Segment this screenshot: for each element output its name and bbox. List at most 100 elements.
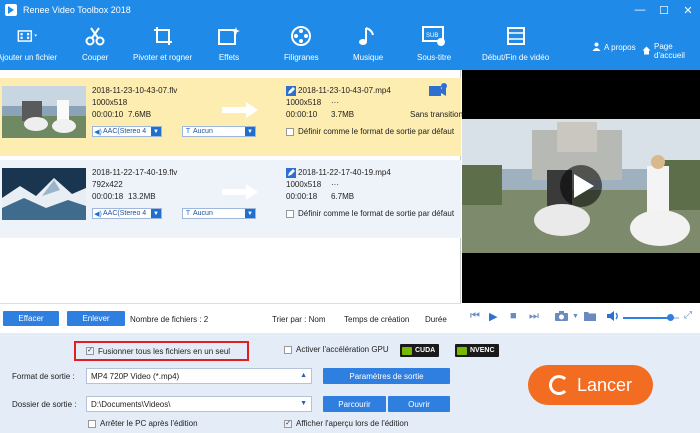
effects-button[interactable]: Effets <box>216 24 242 62</box>
edit-output-icon[interactable] <box>286 86 296 98</box>
subtitle-t-icon: T <box>185 128 191 135</box>
checkbox-icon <box>286 209 294 218</box>
volume-knob[interactable] <box>667 314 675 321</box>
source-size: 7.6MB <box>128 110 152 119</box>
chevron-down-icon: ▼ <box>151 209 161 218</box>
volume-slider[interactable] <box>623 314 679 321</box>
merge-files-checkbox[interactable]: Fusionner tous les fichiers en un seul <box>74 341 249 361</box>
output-filename: 2018-11-23-10-43-07.mp4 <box>298 86 391 95</box>
edit-output-icon[interactable] <box>286 168 296 180</box>
output-folder-label: Dossier de sortie : <box>12 400 77 409</box>
close-button[interactable]: ✕ <box>676 0 700 20</box>
player-controls: ⏮ ▶ ■ ⏭ ▼ ⤢ <box>462 303 700 333</box>
audio-track-value: AAC(Stereo 4 <box>103 210 147 217</box>
video-preview[interactable] <box>462 70 700 303</box>
file-row[interactable]: 2018-11-22-17-40-19.flv 792x422 00:00:18… <box>0 160 461 238</box>
audio-track-select[interactable]: ◀) AAC(Stereo 4 ▼ <box>92 126 162 137</box>
chevron-up-icon: ▲ <box>300 372 307 379</box>
effects-label: Effets <box>218 53 240 62</box>
show-preview-checkbox[interactable]: Afficher l'aperçu lors de l'édition <box>284 419 408 428</box>
subtitle-button[interactable]: SUB Sous-titre <box>417 24 451 62</box>
volume-level <box>623 317 671 319</box>
cut-button[interactable]: Couper <box>82 24 108 62</box>
subtitle-value: Aucun <box>193 128 213 135</box>
nvenc-label: NVENC <box>470 347 495 354</box>
fullscreen-icon[interactable]: ⤢ <box>684 310 692 321</box>
output-folder-field[interactable]: D:\Documents\Videos\ ▼ <box>86 396 312 412</box>
watermark-button[interactable]: Filigranes <box>284 24 319 62</box>
maximize-button[interactable]: ☐ <box>652 0 676 20</box>
output-duration: 00:00:10 <box>286 110 318 119</box>
preview-frame <box>462 70 700 303</box>
arrow-right-icon <box>222 102 258 118</box>
shutdown-checkbox[interactable]: Arrêter le PC après l'édition <box>88 419 198 428</box>
set-default-checkbox[interactable]: Définir comme le format de sortie par dé… <box>286 127 454 136</box>
transition-icon[interactable] <box>428 82 448 102</box>
watermark-label: Filigranes <box>284 53 319 62</box>
source-duration: 00:00:18 <box>92 192 124 201</box>
effects-icon <box>216 24 242 48</box>
cuda-badge: CUDA <box>400 344 440 357</box>
output-options-panel: Fusionner tous les fichiers en un seul A… <box>0 333 700 433</box>
shutdown-label: Arrêter le PC après l'édition <box>100 419 198 428</box>
gpu-acceleration-checkbox[interactable]: Activer l'accélération GPU <box>284 345 389 354</box>
sort-by-creation-time[interactable]: Temps de création <box>344 315 409 324</box>
camera-dropdown-icon[interactable]: ▼ <box>572 313 579 320</box>
add-file-button[interactable]: Ajouter un fichier <box>0 24 57 62</box>
open-folder-button[interactable]: Ouvrir <box>388 396 450 412</box>
music-button[interactable]: Musique <box>353 24 383 62</box>
stop-icon[interactable]: ■ <box>510 310 517 322</box>
previous-icon[interactable]: ⏮ <box>470 310 480 323</box>
output-size: 3.7MB <box>331 110 355 119</box>
set-default-label: Définir comme le format de sortie par dé… <box>298 127 455 136</box>
output-size: 6.7MB <box>331 192 355 201</box>
file-list-footer: Effacer Enlever Nombre de fichiers : 2 T… <box>0 303 461 333</box>
subtitle-select[interactable]: T Aucun ▼ <box>182 126 256 137</box>
chevron-down-icon: ▼ <box>300 400 307 407</box>
rotate-crop-button[interactable]: Pivoter et rogner <box>133 24 192 62</box>
chevron-down-icon: ▼ <box>245 127 255 136</box>
home-link[interactable]: Page d'accueil <box>642 42 700 60</box>
about-link[interactable]: A propos <box>592 42 636 53</box>
remove-button[interactable]: Enlever <box>67 311 125 326</box>
output-resolution: 1000x518 <box>286 98 322 107</box>
subtitle-icon: SUB <box>421 24 447 48</box>
run-label: Lancer <box>576 374 633 395</box>
volume-icon[interactable] <box>606 310 620 325</box>
app-title: Renee Video Toolbox 2018 <box>23 5 131 15</box>
sort-by-name[interactable]: Trier par : Nom <box>272 315 326 324</box>
audio-track-select[interactable]: ◀) AAC(Stereo 4 ▼ <box>92 208 162 219</box>
nvidia-icon <box>457 346 467 355</box>
browse-button[interactable]: Parcourir <box>323 396 386 412</box>
checkbox-icon <box>286 127 294 136</box>
minimize-button[interactable]: — <box>628 0 652 20</box>
merge-files-label: Fusionner tous les fichiers en un seul <box>98 346 231 356</box>
scissors-icon <box>82 24 108 48</box>
camera-icon[interactable] <box>554 310 570 325</box>
start-end-label: Début/Fin de vidéo <box>482 53 550 62</box>
output-filename: 2018-11-22-17-40-19.mp4 <box>298 168 391 177</box>
transition-label: Sans transition <box>410 110 463 119</box>
output-format-select[interactable]: MP4 720P Video (*.mp4) ▲ <box>86 368 312 384</box>
about-label: A propos <box>604 43 636 52</box>
subtitle-select[interactable]: T Aucun ▼ <box>182 208 256 219</box>
clear-button[interactable]: Effacer <box>3 311 59 326</box>
source-resolution: 1000x518 <box>92 98 128 107</box>
source-filename: 2018-11-22-17-40-19.flv <box>92 168 178 177</box>
cut-label: Couper <box>82 53 109 62</box>
subtitle-t-icon: T <box>185 210 191 217</box>
cuda-label: CUDA <box>415 347 436 354</box>
set-default-checkbox[interactable]: Définir comme le format de sortie par dé… <box>286 209 454 218</box>
output-settings-button[interactable]: Paramètres de sortie <box>323 368 450 384</box>
video-thumbnail <box>2 168 86 220</box>
folder-icon[interactable] <box>583 310 597 325</box>
arrow-right-icon <box>222 184 258 200</box>
play-icon[interactable]: ▶ <box>489 310 497 323</box>
sort-by-duration[interactable]: Durée <box>425 315 447 324</box>
run-button[interactable]: Lancer <box>528 365 653 405</box>
output-resolution: 1000x518 <box>286 180 322 189</box>
next-icon[interactable]: ⏭ <box>529 310 539 323</box>
file-row[interactable]: 2018-11-23-10-43-07.flv 1000x518 00:00:1… <box>0 78 463 156</box>
film-add-icon <box>14 24 40 48</box>
start-end-button[interactable]: Début/Fin de vidéo <box>482 24 549 62</box>
